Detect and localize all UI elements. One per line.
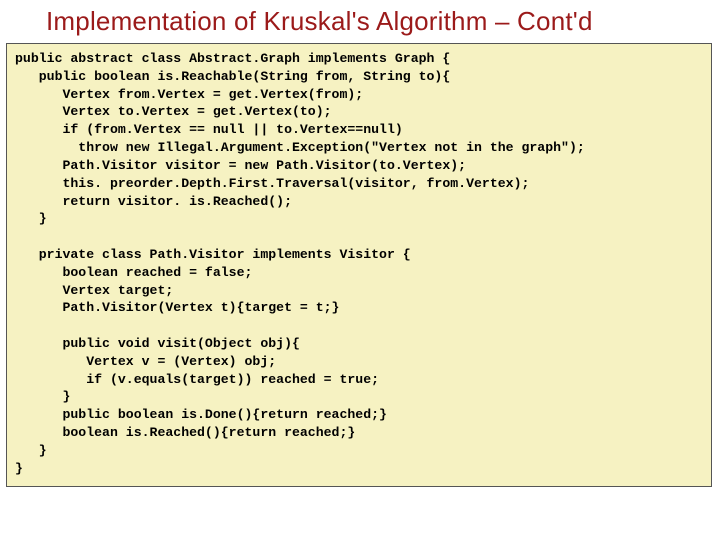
code-text: public abstract class Abstract.Graph imp… <box>15 50 703 478</box>
slide-title: Implementation of Kruskal's Algorithm – … <box>0 0 720 43</box>
code-block: public abstract class Abstract.Graph imp… <box>6 43 712 487</box>
slide: Implementation of Kruskal's Algorithm – … <box>0 0 720 540</box>
